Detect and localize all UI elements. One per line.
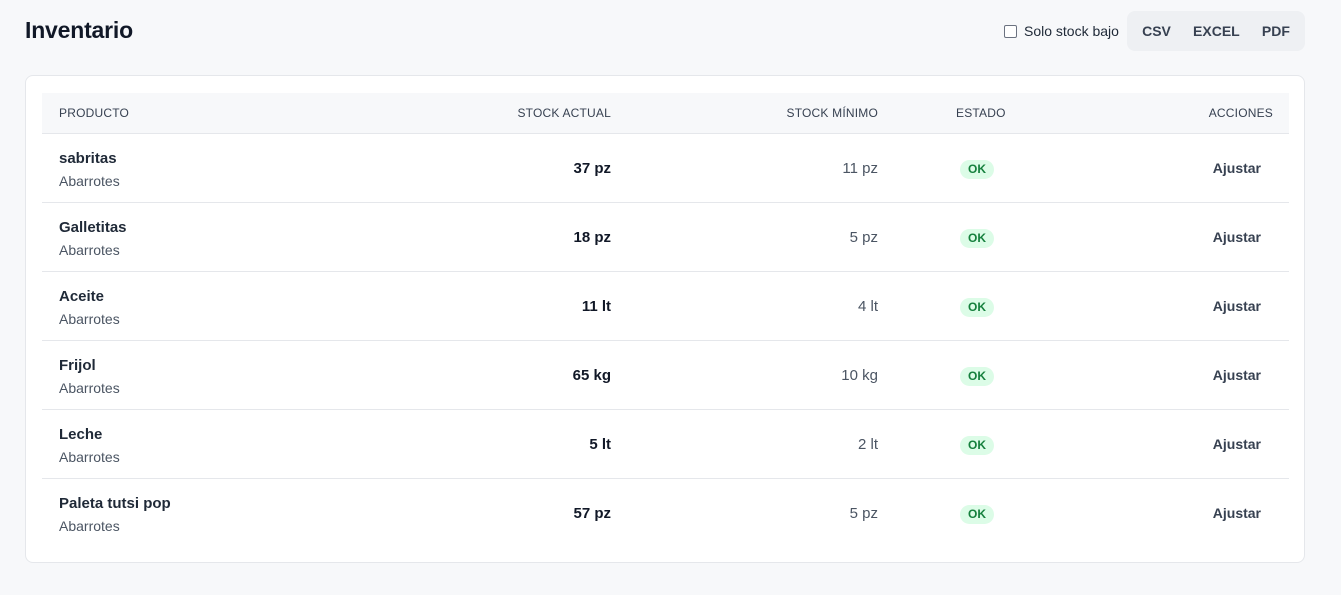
status-badge: OK bbox=[960, 367, 994, 386]
product-name: sabritas bbox=[59, 150, 117, 167]
product-category: Abarrotes bbox=[59, 449, 120, 465]
inventory-card: PRODUCTO STOCK ACTUAL STOCK MÍNIMO ESTAD… bbox=[25, 75, 1305, 563]
page-title: Inventario bbox=[25, 17, 133, 43]
stock-actual-value: 18 pz bbox=[573, 229, 611, 246]
export-excel-button[interactable]: EXCEL bbox=[1185, 17, 1248, 45]
low-stock-checkbox[interactable] bbox=[1004, 24, 1017, 38]
stock-minimo-value: 5 pz bbox=[849, 505, 878, 522]
adjust-button[interactable]: Ajustar bbox=[1213, 505, 1261, 521]
column-header-acciones: ACCIONES bbox=[1208, 106, 1273, 120]
stock-minimo-value: 4 lt bbox=[857, 298, 878, 315]
stock-minimo-value: 11 pz bbox=[842, 160, 878, 177]
table-row: Leche Abarrotes 5 lt 2 lt OK Ajustar bbox=[42, 410, 1289, 479]
product-name: Paleta tutsi pop bbox=[59, 495, 171, 512]
product-category: Abarrotes bbox=[59, 173, 120, 189]
column-header-product: PRODUCTO bbox=[59, 106, 130, 120]
product-name: Leche bbox=[59, 426, 103, 443]
low-stock-filter[interactable]: Solo stock bajo bbox=[1004, 23, 1119, 39]
product-name: Aceite bbox=[59, 288, 105, 305]
export-csv-button[interactable]: CSV bbox=[1134, 17, 1179, 45]
adjust-button[interactable]: Ajustar bbox=[1213, 298, 1261, 314]
export-pdf-button[interactable]: PDF bbox=[1254, 17, 1298, 45]
status-badge: OK bbox=[960, 436, 994, 455]
stock-minimo-value: 10 kg bbox=[841, 367, 878, 384]
stock-actual-value: 5 lt bbox=[589, 436, 611, 453]
stock-minimo-value: 5 pz bbox=[849, 229, 878, 246]
status-badge: OK bbox=[960, 160, 994, 179]
column-header-estado: ESTADO bbox=[956, 106, 1006, 120]
stock-actual-value: 11 lt bbox=[581, 298, 611, 315]
stock-actual-value: 37 pz bbox=[573, 160, 611, 177]
column-header-stock-minimo: STOCK MÍNIMO bbox=[786, 106, 878, 120]
column-header-stock-actual: STOCK ACTUAL bbox=[517, 106, 611, 120]
table-header: PRODUCTO STOCK ACTUAL STOCK MÍNIMO ESTAD… bbox=[42, 93, 1289, 134]
table-row: Paleta tutsi pop Abarrotes 57 pz 5 pz OK Ajus… bbox=[42, 479, 1289, 548]
product-category: Abarrotes bbox=[59, 311, 120, 327]
status-badge: OK bbox=[960, 229, 994, 248]
product-name: Frijol bbox=[59, 357, 96, 374]
table-row: Frijol Abarrotes 65 kg 10 kg OK Ajustar bbox=[42, 341, 1289, 410]
product-category: Abarrotes bbox=[59, 518, 120, 534]
status-badge: OK bbox=[960, 505, 994, 524]
table-row: sabritas Abarrotes 37 pz 11 pz OK Ajustar bbox=[42, 134, 1289, 203]
stock-actual-value: 57 pz bbox=[573, 505, 611, 522]
stock-minimo-value: 2 lt bbox=[857, 436, 878, 453]
stock-actual-value: 65 kg bbox=[572, 367, 611, 384]
table-row: Galletitas Abarrotes 18 pz 5 pz OK Ajustar bbox=[42, 203, 1289, 272]
low-stock-filter-label: Solo stock bajo bbox=[1024, 23, 1119, 39]
adjust-button[interactable]: Ajustar bbox=[1213, 436, 1261, 452]
product-category: Abarrotes bbox=[59, 380, 120, 396]
status-badge: OK bbox=[960, 298, 994, 317]
adjust-button[interactable]: Ajustar bbox=[1213, 229, 1261, 245]
adjust-button[interactable]: Ajustar bbox=[1213, 367, 1261, 383]
export-button-group: CSV EXCEL PDF bbox=[1127, 11, 1305, 51]
table-row: Aceite Abarrotes 11 lt 4 lt OK Ajustar bbox=[42, 272, 1289, 341]
page-header: Inventario Solo stock bajo CSV EXCEL PDF bbox=[25, 11, 1305, 51]
product-category: Abarrotes bbox=[59, 242, 120, 258]
product-name: Galletitas bbox=[59, 219, 127, 236]
adjust-button[interactable]: Ajustar bbox=[1213, 160, 1261, 176]
